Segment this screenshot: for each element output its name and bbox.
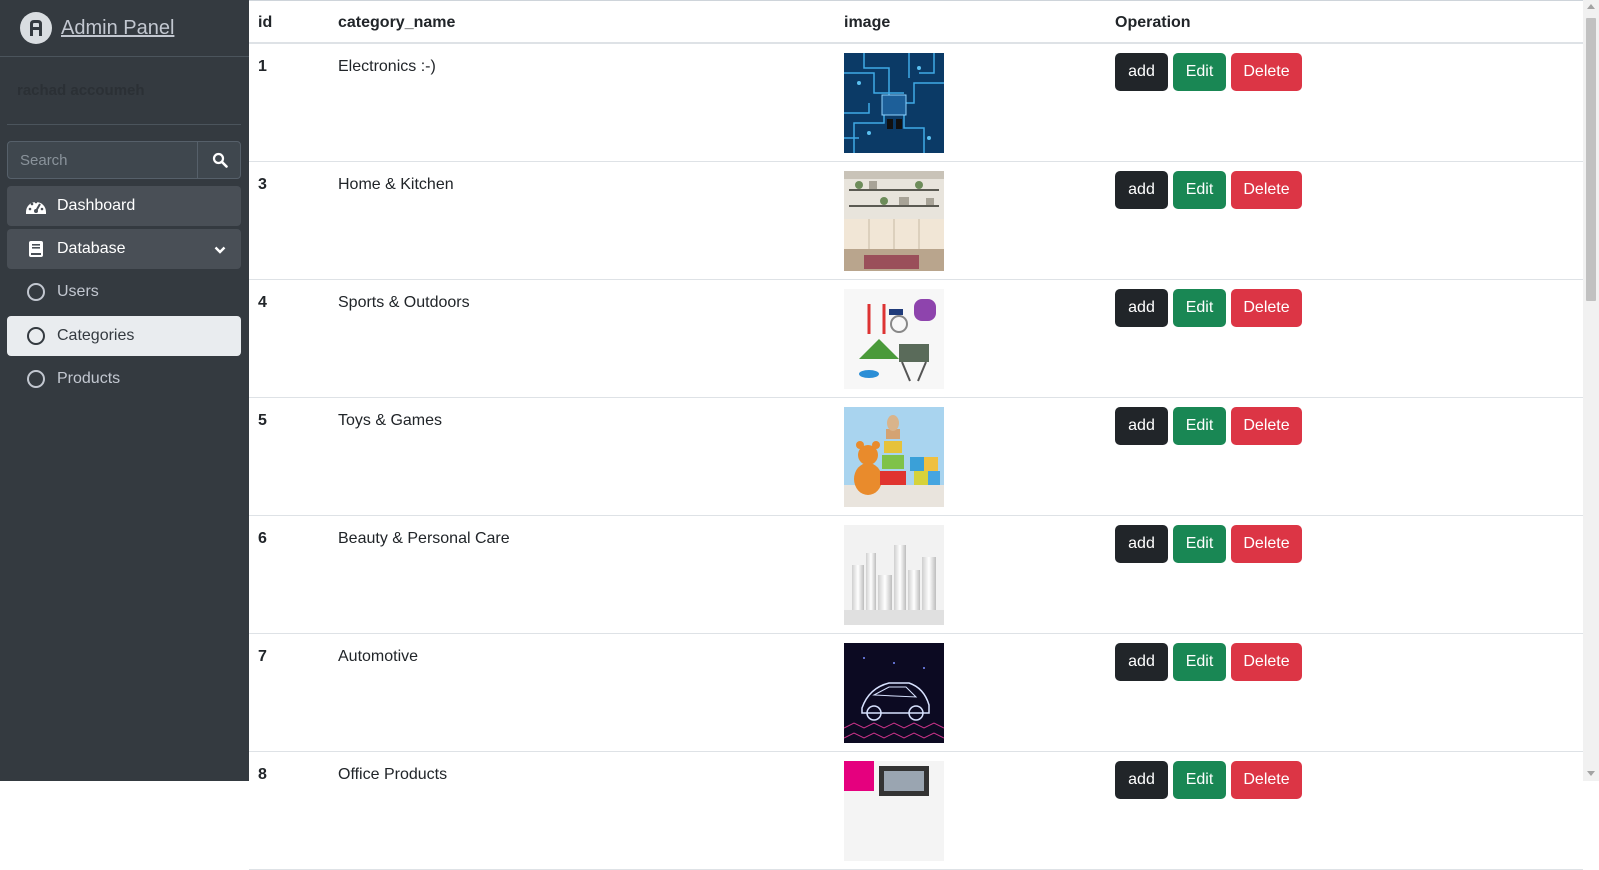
table-row: 1 Electronics :-) add Edit Delete (249, 44, 1583, 162)
add-button[interactable]: add (1115, 525, 1168, 563)
header-operation: Operation (1115, 14, 1191, 31)
cell-category-name: Toys & Games (338, 412, 443, 429)
add-button[interactable]: add (1115, 643, 1168, 681)
add-button[interactable]: add (1115, 407, 1168, 445)
table-row: 4 Sports & Outdoors add Edit Delete (249, 280, 1583, 398)
scroll-up-arrow[interactable] (1587, 4, 1595, 9)
sidebar-item-users[interactable]: Users (7, 272, 241, 312)
sidebar-item-database[interactable]: Database (7, 229, 241, 269)
header-category-name: category_name (338, 14, 456, 31)
circuit-board-image (844, 53, 944, 153)
sidebar-item-label: Categories (57, 327, 135, 344)
brand-title[interactable]: Admin Panel (61, 17, 174, 40)
categories-table: id category_name image Operation 1 Elect… (249, 0, 1583, 870)
table-row: 5 Toys & Games add Edit Delete (249, 398, 1583, 516)
user-name[interactable]: rachad accoumeh (17, 82, 145, 99)
cell-id: 3 (258, 176, 267, 193)
edit-button[interactable]: Edit (1173, 525, 1226, 563)
edit-button[interactable]: Edit (1173, 761, 1226, 799)
header-image: image (844, 14, 891, 31)
circle-icon (25, 282, 47, 302)
add-button[interactable]: add (1115, 289, 1168, 327)
toys-image (844, 407, 944, 507)
delete-button[interactable]: Delete (1231, 643, 1302, 681)
scrollbar-thumb[interactable] (1586, 18, 1596, 301)
scroll-down-arrow[interactable] (1587, 771, 1595, 776)
table-row: 3 Home & Kitchen add Edit Delete (249, 162, 1583, 280)
cell-category-name: Automotive (338, 648, 419, 665)
add-button[interactable]: add (1115, 53, 1168, 91)
cell-id: 8 (258, 766, 267, 783)
sidebar: Admin Panel rachad accoumeh Dashboard (0, 0, 249, 781)
sidebar-item-products[interactable]: Products (7, 359, 241, 399)
brand-link[interactable]: Admin Panel (0, 0, 249, 57)
add-button[interactable]: add (1115, 171, 1168, 209)
delete-button[interactable]: Delete (1231, 525, 1302, 563)
office-desk-image (844, 761, 944, 861)
admin-logo-icon (20, 12, 52, 44)
scrollbar[interactable] (1583, 0, 1599, 781)
delete-button[interactable]: Delete (1231, 407, 1302, 445)
car-wireframe-image (844, 643, 944, 743)
search-button[interactable] (197, 142, 241, 178)
sidebar-search (7, 141, 241, 179)
circle-icon (25, 369, 47, 389)
cell-category-name: Beauty & Personal Care (338, 530, 510, 547)
delete-button[interactable]: Delete (1231, 171, 1302, 209)
sidebar-item-label: Products (57, 370, 121, 387)
table-header: id category_name image Operation (249, 1, 1583, 44)
divider (7, 124, 241, 125)
cell-category-name: Office Products (338, 766, 448, 783)
cell-id: 1 (258, 58, 267, 75)
edit-button[interactable]: Edit (1173, 171, 1226, 209)
edit-button[interactable]: Edit (1173, 643, 1226, 681)
edit-button[interactable]: Edit (1173, 53, 1226, 91)
edit-button[interactable]: Edit (1173, 407, 1226, 445)
chevron-down-icon[interactable] (214, 242, 226, 260)
sidebar-item-label: Database (57, 240, 126, 257)
search-icon (212, 152, 228, 168)
cell-id: 5 (258, 412, 267, 429)
delete-button[interactable]: Delete (1231, 53, 1302, 91)
sidebar-item-dashboard[interactable]: Dashboard (7, 186, 241, 226)
cell-id: 4 (258, 294, 267, 311)
sports-gear-image (844, 289, 944, 389)
table-row: 6 Beauty & Personal Care add Edit Delete (249, 516, 1583, 634)
delete-button[interactable]: Delete (1231, 761, 1302, 799)
book-icon (25, 239, 47, 259)
tachometer-icon (25, 196, 47, 216)
cell-id: 7 (258, 648, 267, 665)
table-row: 7 Automotive add Edit Delete (249, 634, 1583, 752)
sidebar-item-categories[interactable]: Categories (7, 316, 241, 356)
search-input[interactable] (8, 142, 197, 178)
sidebar-item-label: Users (57, 283, 99, 300)
header-id: id (258, 14, 273, 31)
delete-button[interactable]: Delete (1231, 289, 1302, 327)
cell-category-name: Electronics :-) (338, 58, 436, 75)
kitchen-image (844, 171, 944, 271)
sidebar-item-label: Dashboard (57, 197, 136, 214)
table-row: 8 Office Products add Edit Delete (249, 752, 1583, 870)
cell-category-name: Sports & Outdoors (338, 294, 470, 311)
circle-icon (25, 326, 47, 346)
edit-button[interactable]: Edit (1173, 289, 1226, 327)
add-button[interactable]: add (1115, 761, 1168, 799)
cell-category-name: Home & Kitchen (338, 176, 454, 193)
cell-id: 6 (258, 530, 267, 547)
cosmetics-bottles-image (844, 525, 944, 625)
